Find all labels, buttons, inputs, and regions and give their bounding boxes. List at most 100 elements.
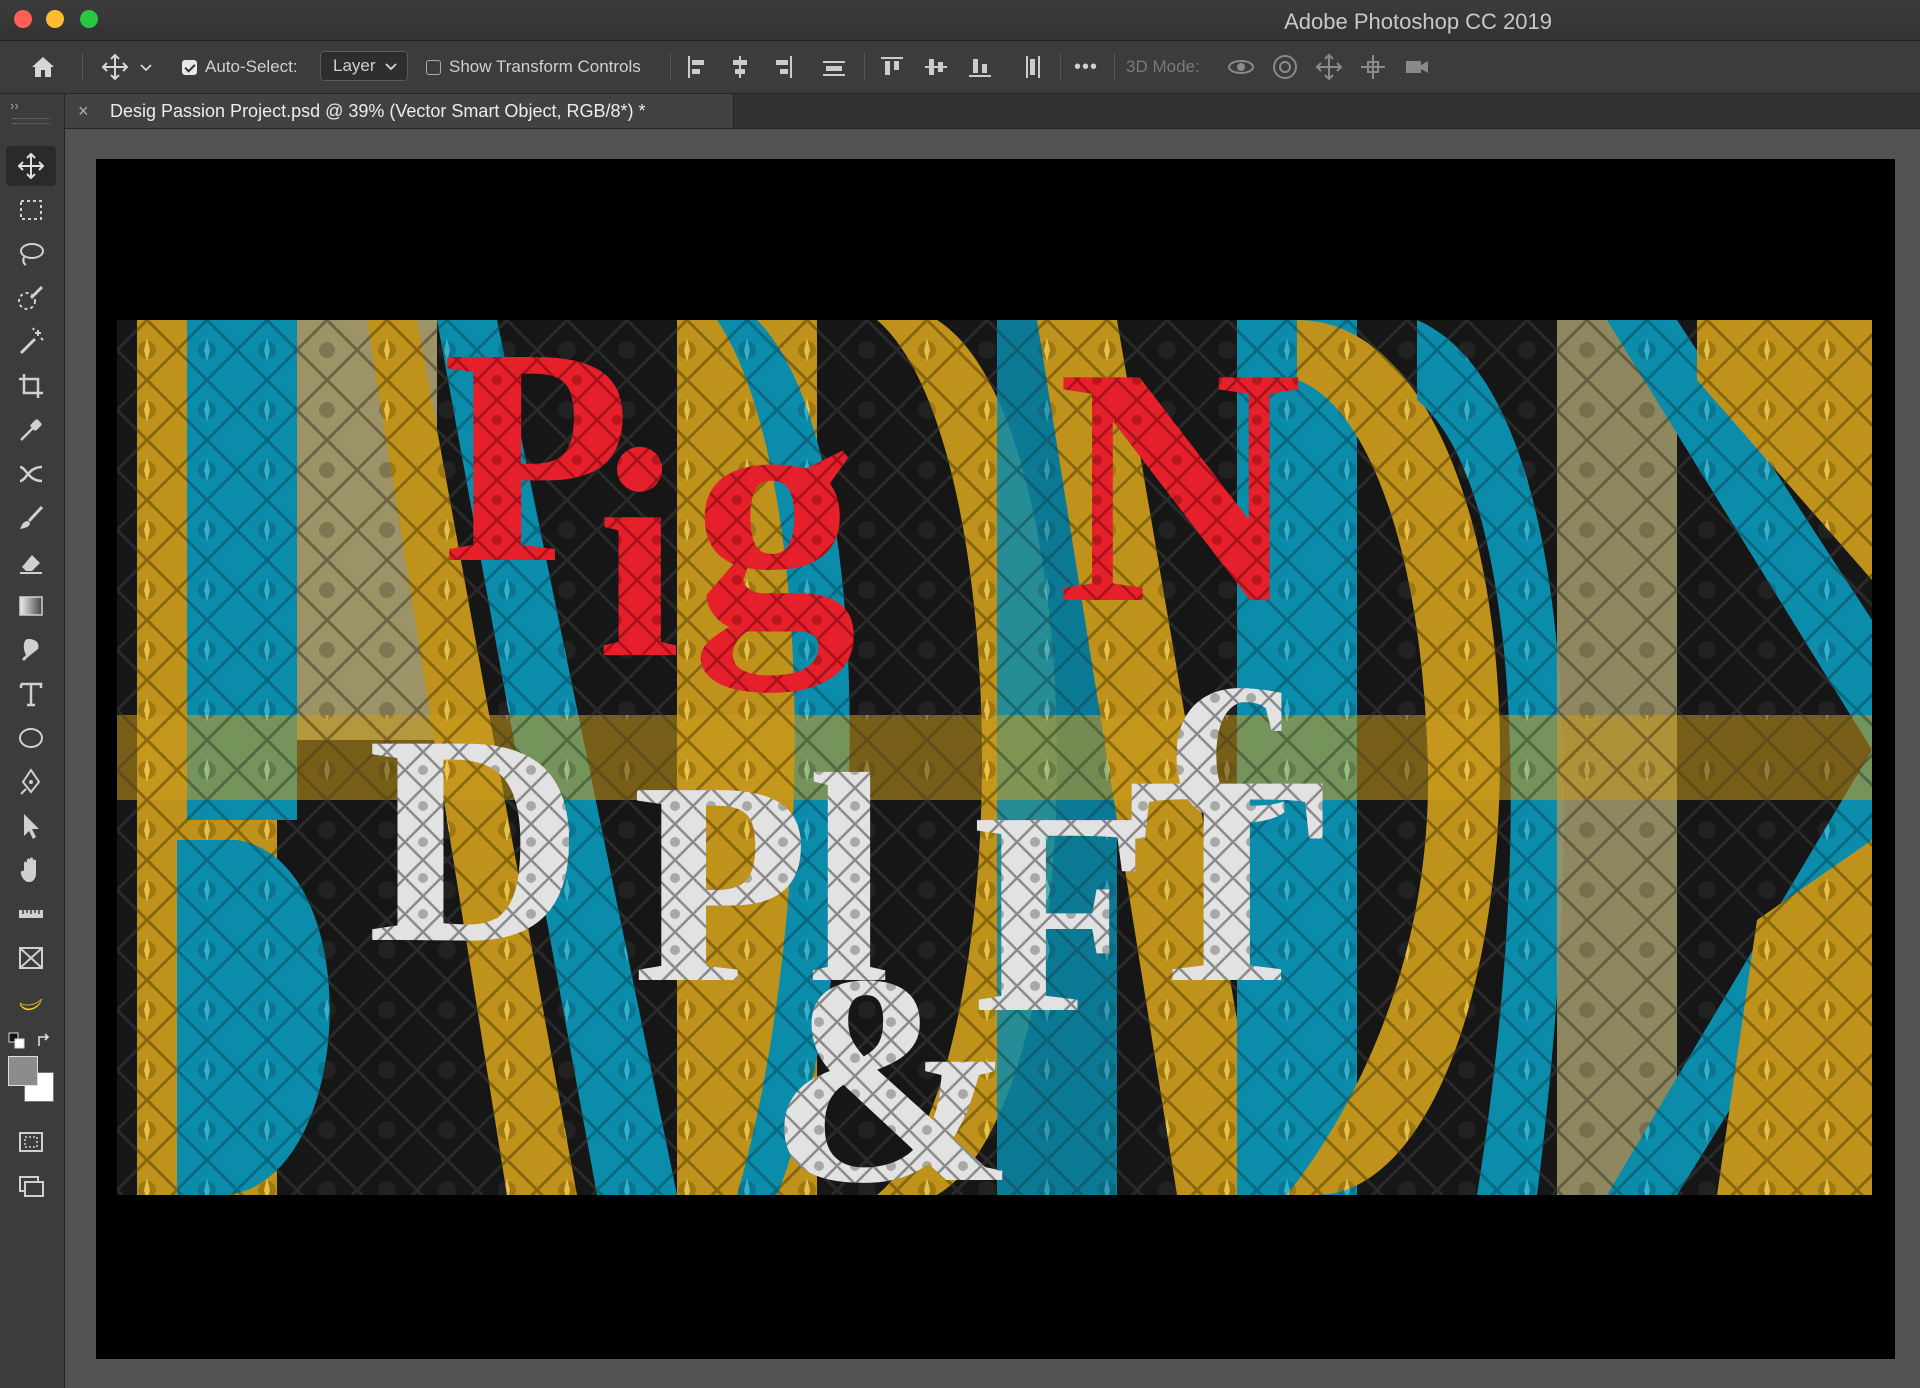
- panel-grip[interactable]: [12, 118, 50, 124]
- 3d-camera-button[interactable]: [1402, 41, 1432, 93]
- banana-tool[interactable]: [6, 982, 56, 1022]
- move-tool-preset-button[interactable]: [100, 41, 154, 93]
- eraser-tool[interactable]: [6, 542, 56, 582]
- canvas-area[interactable]: P i g N D P l F T c &: [65, 129, 1920, 1388]
- marquee-tool[interactable]: [6, 190, 56, 230]
- auto-select-check[interactable]: [182, 59, 197, 75]
- frame-icon: [19, 947, 43, 969]
- quick-selection-icon: [18, 285, 44, 310]
- auto-select-label: Auto-Select:: [205, 57, 298, 76]
- ellipse-tool[interactable]: [6, 718, 56, 758]
- screen-mode-button[interactable]: [6, 1166, 56, 1206]
- svg-text:&: &: [767, 913, 1017, 1195]
- align-bottom-button[interactable]: [966, 41, 994, 93]
- minimize-window-button[interactable]: [46, 10, 64, 28]
- align-left-edges-icon: [688, 56, 704, 78]
- crop-tool[interactable]: [6, 366, 56, 406]
- layer-select-value: Layer: [333, 56, 376, 75]
- gradient-icon: [19, 596, 43, 616]
- layer-select[interactable]: Layer: [320, 51, 408, 81]
- lasso-tool[interactable]: [6, 234, 56, 274]
- swap-colors-icon: [38, 1033, 50, 1046]
- 3d-mode-label-wrap: 3D Mode:: [1126, 41, 1200, 93]
- move-icon: [17, 152, 45, 180]
- home-button[interactable]: [28, 41, 58, 93]
- document-tab-bar: × Desig Passion Project.psd @ 39% (Vecto…: [65, 94, 1920, 129]
- screen-mode-icon: [19, 1176, 44, 1197]
- default-colors-button[interactable]: [8, 1032, 26, 1055]
- healing-brush-tool[interactable]: [6, 454, 56, 494]
- align-left-button[interactable]: [684, 41, 712, 93]
- brush-tool[interactable]: [6, 498, 56, 538]
- quick-mask-button[interactable]: [6, 1122, 56, 1162]
- close-document-icon[interactable]: ×: [78, 101, 100, 122]
- pen-tool[interactable]: [6, 762, 56, 802]
- 3d-camera-icon: [1406, 61, 1428, 73]
- lasso-icon: [20, 243, 44, 266]
- auto-select-checkbox[interactable]: Auto-Select:: [182, 41, 298, 93]
- gradient-tool[interactable]: [6, 586, 56, 626]
- 3d-orbit-button[interactable]: [1226, 41, 1256, 93]
- move-tool[interactable]: [6, 146, 56, 186]
- swap-colors-button[interactable]: [36, 1032, 54, 1055]
- align-top-edges-icon: [881, 57, 903, 75]
- close-window-button[interactable]: [14, 10, 32, 28]
- document-tab[interactable]: × Desig Passion Project.psd @ 39% (Vecto…: [65, 94, 734, 128]
- document-canvas[interactable]: P i g N D P l F T c &: [96, 159, 1895, 1359]
- hand-tool[interactable]: [6, 850, 56, 890]
- show-transform-controls-checkbox[interactable]: Show Transform Controls: [426, 41, 641, 93]
- 3d-slide-button[interactable]: [1358, 41, 1388, 93]
- 3d-pan-icon: [1315, 53, 1343, 81]
- 3d-orbit-icon: [1228, 60, 1254, 74]
- distribute-icon: [823, 61, 845, 76]
- brush-icon: [20, 505, 44, 529]
- type-icon: [19, 682, 43, 707]
- 3d-pan-button[interactable]: [1314, 41, 1344, 93]
- svg-text:c: c: [1167, 570, 1291, 881]
- align-horizontal-centers-icon: [733, 56, 747, 78]
- more-options-button[interactable]: •••: [1074, 41, 1098, 93]
- artwork-image[interactable]: P i g N D P l F T c &: [117, 320, 1872, 1195]
- align-horizontal-centers-button[interactable]: [726, 41, 754, 93]
- pen-icon: [20, 768, 41, 795]
- quick-selection-tool[interactable]: [6, 278, 56, 318]
- ruler-icon: [19, 910, 43, 918]
- chevron-down-icon: [140, 64, 152, 72]
- move-icon: [101, 53, 129, 81]
- zoom-window-button[interactable]: [80, 10, 98, 28]
- foreground-color-swatch[interactable]: [8, 1056, 38, 1086]
- smudge-tool[interactable]: [6, 630, 56, 670]
- svg-text:i: i: [597, 388, 680, 720]
- magic-wand-icon: [19, 327, 44, 355]
- collapse-panel-icon[interactable]: ››: [10, 98, 19, 113]
- options-bar: Auto-Select: Layer Show Transform Contro…: [0, 41, 1920, 94]
- healing-brush-icon: [19, 465, 43, 483]
- quick-mask-icon: [19, 1132, 43, 1152]
- magic-wand-tool[interactable]: [6, 322, 56, 362]
- ruler-tool[interactable]: [6, 894, 56, 934]
- 3d-roll-button[interactable]: [1270, 41, 1300, 93]
- more-options-label: •••: [1074, 55, 1099, 78]
- eraser-icon: [20, 555, 42, 574]
- show-transform-check[interactable]: [426, 59, 441, 75]
- app-title: Adobe Photoshop CC 2019: [1284, 9, 1552, 34]
- ellipse-icon: [19, 728, 43, 748]
- svg-text:D: D: [367, 673, 584, 1005]
- type-tool[interactable]: [6, 674, 56, 714]
- crop-icon: [19, 374, 43, 398]
- home-icon: [32, 57, 54, 77]
- rectangular-marquee-icon: [20, 200, 42, 220]
- 3d-roll-icon: [1273, 55, 1297, 79]
- frame-tool[interactable]: [6, 938, 56, 978]
- hand-icon: [20, 857, 36, 882]
- distribute-button[interactable]: [820, 41, 848, 93]
- align-top-button[interactable]: [878, 41, 906, 93]
- path-selection-tool[interactable]: [6, 806, 56, 846]
- 3d-slide-icon: [1361, 55, 1385, 79]
- chevron-down-icon: [385, 63, 397, 71]
- distribute-vertical-button[interactable]: [1018, 41, 1046, 93]
- align-vertical-centers-button[interactable]: [922, 41, 950, 93]
- align-right-button[interactable]: [768, 41, 796, 93]
- eyedropper-tool[interactable]: [6, 410, 56, 450]
- tools-panel: ››: [0, 94, 65, 1388]
